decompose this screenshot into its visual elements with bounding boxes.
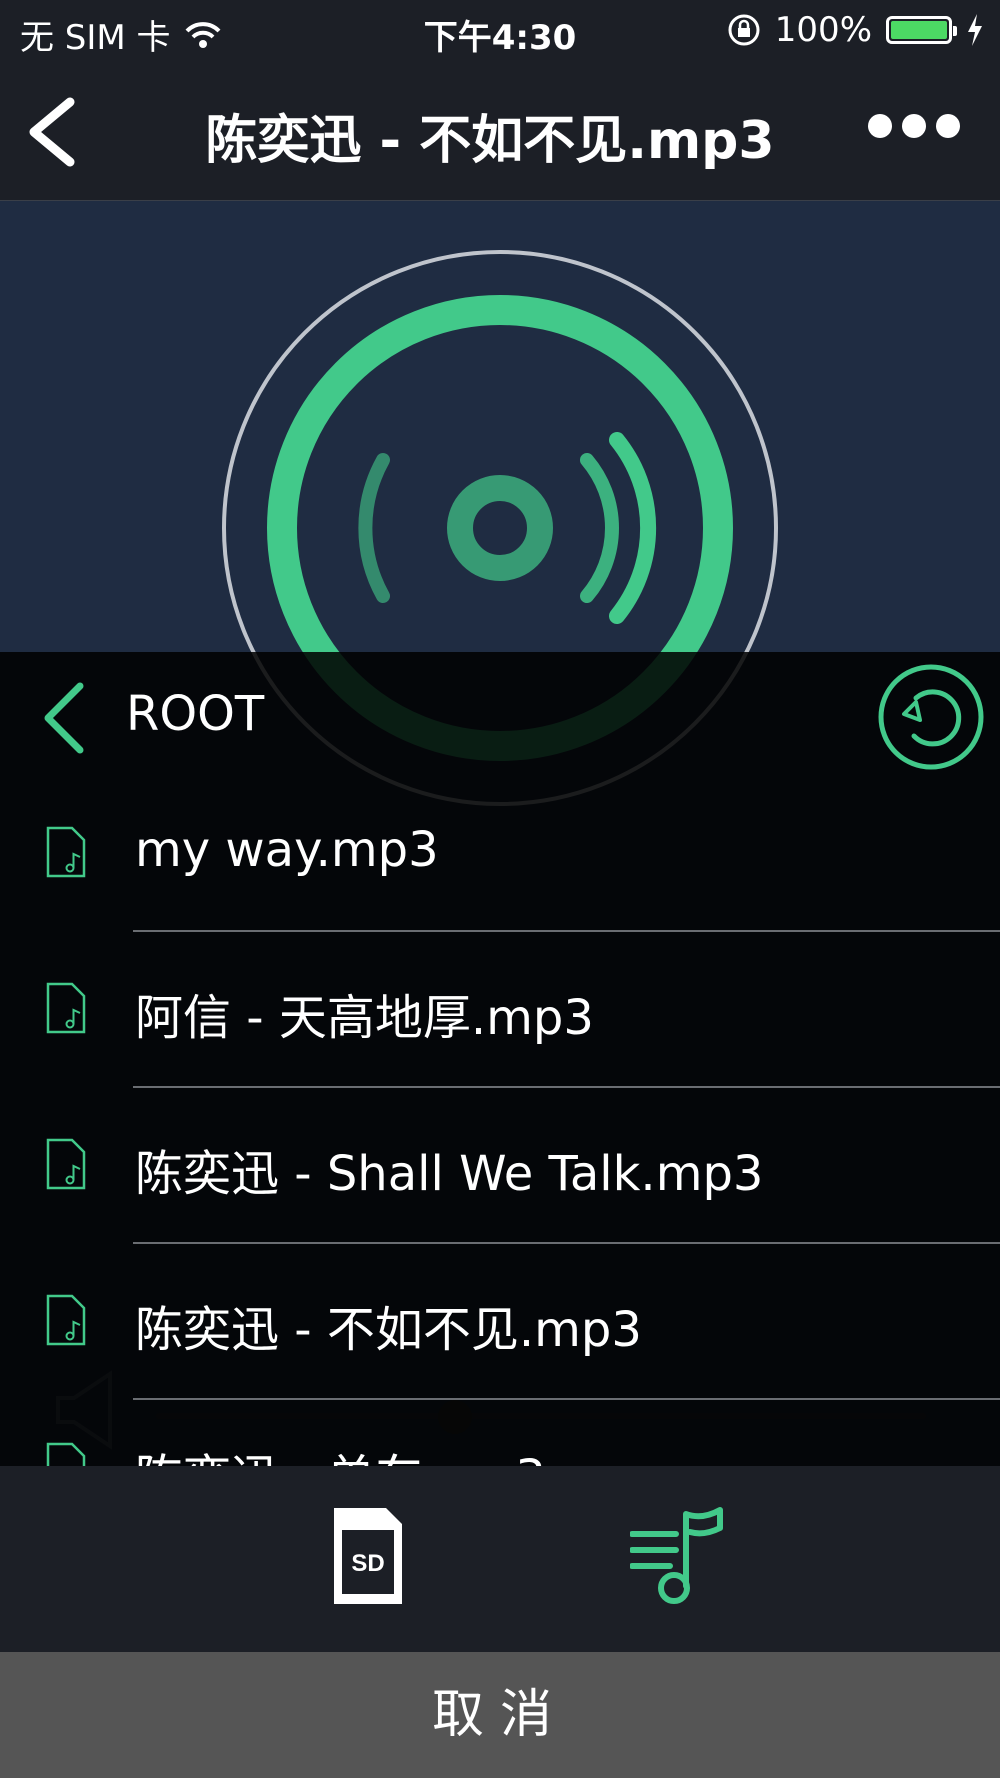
file-item[interactable]: 阿信 - 天高地厚.mp3 bbox=[0, 932, 1000, 1088]
sd-card-icon[interactable]: SD bbox=[330, 1506, 404, 1606]
music-file-icon bbox=[46, 982, 86, 1034]
nav-bar: 陈奕迅 - 不如不见.mp3 bbox=[0, 64, 1000, 201]
charging-icon bbox=[968, 14, 982, 46]
refresh-icon[interactable] bbox=[876, 662, 986, 772]
sd-label: SD bbox=[351, 1550, 384, 1577]
cancel-button[interactable]: 取消 bbox=[0, 1652, 1000, 1778]
battery-percent: 100% bbox=[774, 10, 872, 50]
more-icon[interactable] bbox=[868, 114, 960, 138]
rotation-lock-icon bbox=[728, 14, 760, 46]
file-name: 陈奕迅 - 不如不见.mp3 bbox=[135, 1302, 642, 1358]
file-item[interactable]: 陈奕迅 - Shall We Talk.mp3 bbox=[0, 1088, 1000, 1244]
file-item[interactable]: 陈奕迅 - 不如不见.mp3 bbox=[0, 1244, 1000, 1400]
battery-icon bbox=[886, 16, 957, 44]
back-icon[interactable] bbox=[18, 94, 88, 170]
music-file-icon bbox=[46, 1138, 86, 1190]
file-list: my way.mp3 阿信 - 天高地厚.mp3 陈奕迅 - Shall We … bbox=[0, 776, 1000, 1470]
chevron-left-icon[interactable] bbox=[36, 680, 92, 756]
file-item[interactable]: 陈奕迅 - 单车.mp3 bbox=[0, 1400, 1000, 1470]
picker-header: ROOT bbox=[0, 652, 1000, 776]
current-path: ROOT bbox=[126, 686, 265, 742]
source-tab-bar: SD bbox=[0, 1466, 1000, 1652]
music-file-icon bbox=[46, 826, 86, 878]
file-name: my way.mp3 bbox=[135, 822, 439, 878]
file-name: 阿信 - 天高地厚.mp3 bbox=[135, 990, 594, 1046]
page-title: 陈奕迅 - 不如不见.mp3 bbox=[205, 111, 775, 171]
file-item[interactable]: my way.mp3 bbox=[0, 776, 1000, 932]
file-name: 陈奕迅 - Shall We Talk.mp3 bbox=[135, 1146, 764, 1202]
file-picker: ROOT my way.mp3 阿信 - 天高地厚.mp3 陈奕迅 - Shal… bbox=[0, 652, 1000, 1470]
music-file-icon bbox=[46, 1294, 86, 1346]
playlist-icon[interactable] bbox=[630, 1506, 726, 1606]
status-bar: 无 SIM 卡 下午4:30 100% bbox=[0, 0, 1000, 64]
